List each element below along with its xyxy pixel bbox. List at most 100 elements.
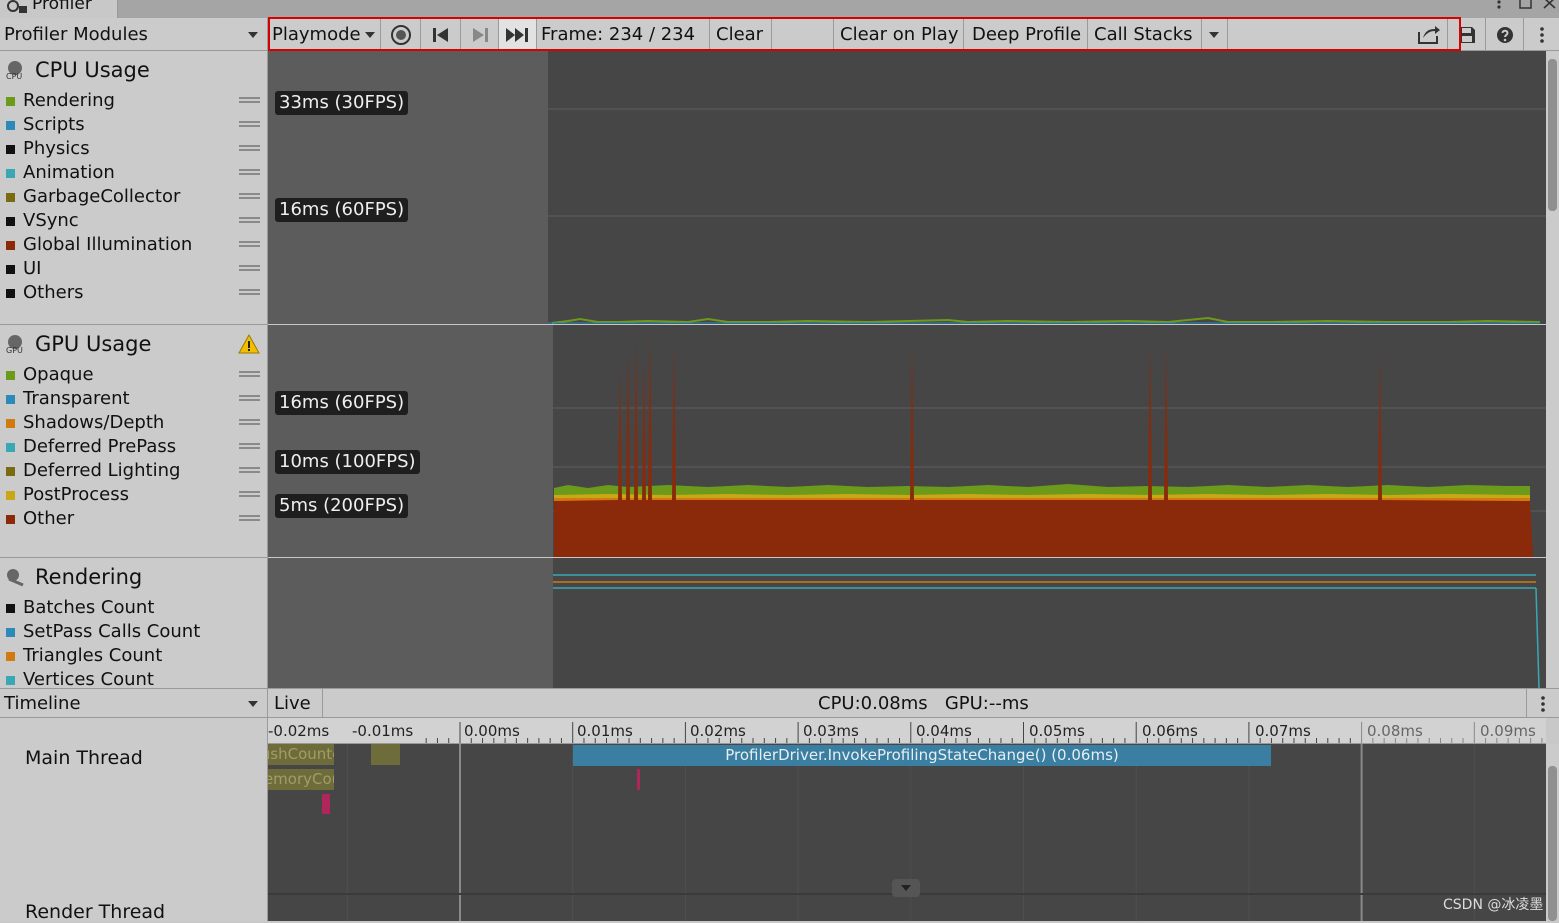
legend-item[interactable]: GarbageCollector: [0, 185, 266, 209]
drag-handle-icon[interactable]: [239, 241, 260, 243]
legend-item[interactable]: Physics: [0, 137, 266, 161]
legend-swatch: [6, 515, 15, 524]
memory-counters-marker[interactable]: MemoryCounters: [268, 769, 334, 790]
marker-label: FlushCounters: [268, 745, 334, 763]
drag-handle-icon[interactable]: [239, 443, 260, 445]
drag-handle-icon[interactable]: [239, 193, 260, 195]
legend-item[interactable]: Triangles Count: [0, 644, 266, 668]
timeline-marker-small[interactable]: [371, 744, 400, 765]
tab-profiler[interactable]: Profiler: [0, 0, 118, 18]
flush-counters-marker[interactable]: FlushCounters: [268, 744, 334, 765]
call-stacks-toggle[interactable]: Call Stacks: [1088, 18, 1202, 51]
clear-label: Clear: [716, 24, 764, 45]
timeline-area[interactable]: FlushCounters MemoryCounters ProfilerDri…: [268, 744, 1546, 921]
legend-item[interactable]: Deferred PrePass: [0, 435, 266, 459]
legend-item[interactable]: Batches Count: [0, 596, 266, 620]
kebab-menu-icon[interactable]: [1540, 695, 1546, 713]
load-icon: [1418, 26, 1440, 44]
watermark: CSDN @冰凌墨: [1443, 897, 1544, 913]
profiler-icon: [7, 0, 27, 13]
time-ruler[interactable]: [268, 718, 1546, 744]
legend-swatch: [6, 97, 15, 106]
legend-label: VSync: [23, 210, 79, 231]
drag-handle-icon[interactable]: [239, 515, 260, 517]
previous-frame-button[interactable]: [421, 18, 461, 51]
load-button[interactable]: [1410, 18, 1448, 51]
modules-dropdown-label: Profiler Modules: [4, 24, 148, 45]
clear-button[interactable]: Clear: [710, 18, 772, 51]
playmode-dropdown[interactable]: Playmode: [268, 18, 381, 51]
timeline-view-label: Timeline: [4, 693, 81, 714]
legend-item[interactable]: SetPass Calls Count: [0, 620, 266, 644]
profiler-modules-dropdown[interactable]: Profiler Modules: [0, 18, 268, 51]
drag-handle-icon[interactable]: [239, 217, 260, 219]
legend-item[interactable]: Other: [0, 507, 266, 531]
timeline-view-dropdown[interactable]: Timeline: [0, 689, 268, 718]
save-icon: [1459, 27, 1475, 43]
warning-icon[interactable]: [238, 334, 260, 354]
legend-item[interactable]: UI: [0, 257, 266, 281]
thread-render[interactable]: Render Thread: [25, 901, 165, 923]
call-stacks-dropdown[interactable]: [1202, 18, 1228, 51]
drag-handle-icon[interactable]: [239, 491, 260, 493]
tab-title: Profiler: [32, 0, 92, 14]
timeline-scrollbar[interactable]: [1546, 744, 1559, 921]
close-icon[interactable]: [1542, 0, 1558, 10]
legend-label: UI: [23, 258, 42, 279]
gpu-usage-title[interactable]: GPU Usage: [35, 332, 151, 356]
invoke-profiling-marker[interactable]: ProfilerDriver.InvokeProfilingStateChang…: [573, 745, 1271, 766]
expand-thread-button[interactable]: [892, 879, 920, 897]
charts-scrollbar[interactable]: [1546, 51, 1559, 688]
clear-on-play-toggle[interactable]: Clear on Play: [834, 18, 964, 51]
ruler-label: 0.06ms: [1142, 722, 1198, 740]
maximize-icon[interactable]: [1518, 0, 1534, 10]
legend-item[interactable]: Shadows/Depth: [0, 411, 266, 435]
drag-handle-icon[interactable]: [239, 97, 260, 99]
legend-item[interactable]: PostProcess: [0, 483, 266, 507]
more-options-icon[interactable]: [1492, 0, 1506, 10]
legend-item[interactable]: Animation: [0, 161, 266, 185]
rendering-title[interactable]: Rendering: [35, 565, 142, 589]
legend-item[interactable]: Scripts: [0, 113, 266, 137]
timeline-sample-marker[interactable]: [322, 794, 330, 814]
drag-handle-icon[interactable]: [239, 467, 260, 469]
legend-label: Others: [23, 282, 84, 303]
chevron-down-icon: [365, 32, 375, 38]
record-button[interactable]: [381, 18, 421, 51]
legend-item[interactable]: Deferred Lighting: [0, 459, 266, 483]
charts-scrollbar-thumb[interactable]: [1548, 59, 1557, 211]
legend-item[interactable]: Opaque: [0, 363, 266, 387]
next-frame-button[interactable]: [461, 18, 499, 51]
drag-handle-icon[interactable]: [239, 145, 260, 147]
drag-handle-icon[interactable]: [239, 265, 260, 267]
toolbar-menu-button[interactable]: [1524, 18, 1559, 51]
ruler-label: 0.01ms: [577, 722, 633, 740]
cpu-usage-title[interactable]: CPU Usage: [35, 58, 150, 82]
legend-item[interactable]: Rendering: [0, 89, 266, 113]
ruler-label: 0.05ms: [1029, 722, 1085, 740]
deep-profile-toggle[interactable]: Deep Profile: [964, 18, 1088, 51]
step-forward-icon: [473, 28, 488, 42]
legend-swatch: [6, 193, 15, 202]
save-button[interactable]: [1448, 18, 1486, 51]
timeline-sample-marker[interactable]: [637, 769, 640, 790]
marker-label: MemoryCounters: [268, 770, 334, 788]
current-frame-button[interactable]: [499, 18, 537, 51]
divider: [1526, 689, 1527, 718]
thread-main[interactable]: Main Thread: [25, 747, 143, 769]
ruler-ticks: [425, 722, 1543, 743]
drag-handle-icon[interactable]: [239, 419, 260, 421]
help-button[interactable]: [1486, 18, 1524, 51]
drag-handle-icon[interactable]: [239, 121, 260, 123]
timeline-scrollbar-thumb[interactable]: [1548, 766, 1557, 921]
drag-handle-icon[interactable]: [239, 289, 260, 291]
drag-handle-icon[interactable]: [239, 169, 260, 171]
legend-item[interactable]: VSync: [0, 209, 266, 233]
drag-handle-icon[interactable]: [239, 395, 260, 397]
drag-handle-icon[interactable]: [239, 371, 260, 373]
legend-item[interactable]: Others: [0, 281, 266, 305]
legend-item[interactable]: Transparent: [0, 387, 266, 411]
legend-label: Scripts: [23, 114, 85, 135]
live-button[interactable]: Live: [270, 689, 323, 718]
legend-item[interactable]: Global Illumination: [0, 233, 266, 257]
